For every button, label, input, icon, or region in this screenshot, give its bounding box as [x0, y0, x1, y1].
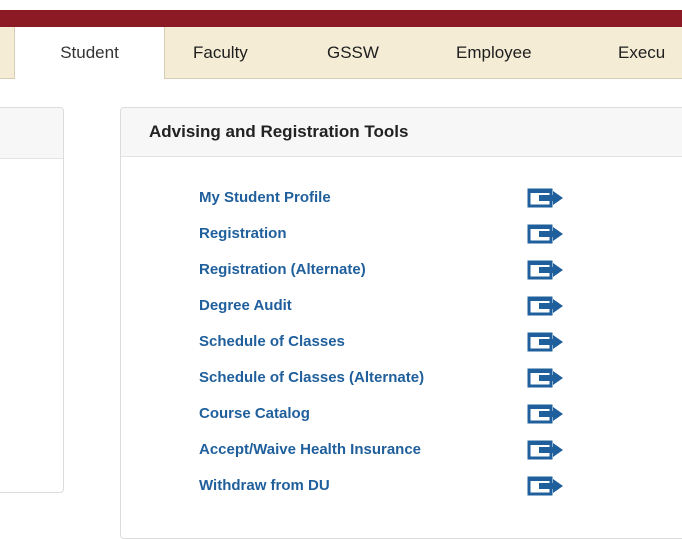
tab-bar-lead	[0, 27, 15, 78]
brand-bar	[0, 10, 682, 27]
tool-row: Schedule of Classes	[121, 329, 682, 355]
left-panel-header	[0, 108, 63, 159]
panel-title: Advising and Registration Tools	[149, 122, 409, 141]
external-link-icon[interactable]	[527, 223, 565, 245]
tool-row: Degree Audit	[121, 293, 682, 319]
tool-link[interactable]: Degree Audit	[199, 297, 292, 314]
external-link-icon[interactable]	[527, 403, 565, 425]
tool-row: Withdraw from DU	[121, 473, 682, 499]
top-band	[0, 0, 682, 10]
tool-link[interactable]: Course Catalog	[199, 405, 310, 422]
external-link-icon[interactable]	[527, 439, 565, 461]
tab-gssw[interactable]: GSSW	[327, 27, 379, 78]
tool-link[interactable]: Registration	[199, 225, 287, 242]
tool-link[interactable]: Schedule of Classes (Alternate)	[199, 369, 424, 386]
left-panel	[0, 107, 64, 493]
external-link-icon[interactable]	[527, 475, 565, 497]
external-link-icon[interactable]	[527, 259, 565, 281]
external-link-icon[interactable]	[527, 295, 565, 317]
panel-header: Advising and Registration Tools	[121, 108, 682, 157]
external-link-icon[interactable]	[527, 331, 565, 353]
tool-row: Registration (Alternate)	[121, 257, 682, 283]
tool-link[interactable]: Accept/Waive Health Insurance	[199, 441, 421, 458]
tool-row: Course Catalog	[121, 401, 682, 427]
advising-tools-panel: Advising and Registration Tools My Stude…	[120, 107, 682, 539]
tab-faculty[interactable]: Faculty	[193, 27, 248, 78]
tab-student[interactable]: Student	[14, 27, 165, 79]
tool-link[interactable]: My Student Profile	[199, 189, 331, 206]
external-link-icon[interactable]	[527, 187, 565, 209]
tool-link[interactable]: Registration (Alternate)	[199, 261, 366, 278]
tab-executive[interactable]: Execu	[618, 27, 665, 78]
tool-row: My Student Profile	[121, 185, 682, 211]
tab-employee[interactable]: Employee	[456, 27, 532, 78]
tool-link[interactable]: Schedule of Classes	[199, 333, 345, 350]
tool-row: Accept/Waive Health Insurance	[121, 437, 682, 463]
external-link-icon[interactable]	[527, 367, 565, 389]
tool-link[interactable]: Withdraw from DU	[199, 477, 330, 494]
tab-bar: Student Faculty GSSW Employee Execu	[0, 27, 682, 79]
tool-row: Schedule of Classes (Alternate)	[121, 365, 682, 391]
tool-row: Registration	[121, 221, 682, 247]
